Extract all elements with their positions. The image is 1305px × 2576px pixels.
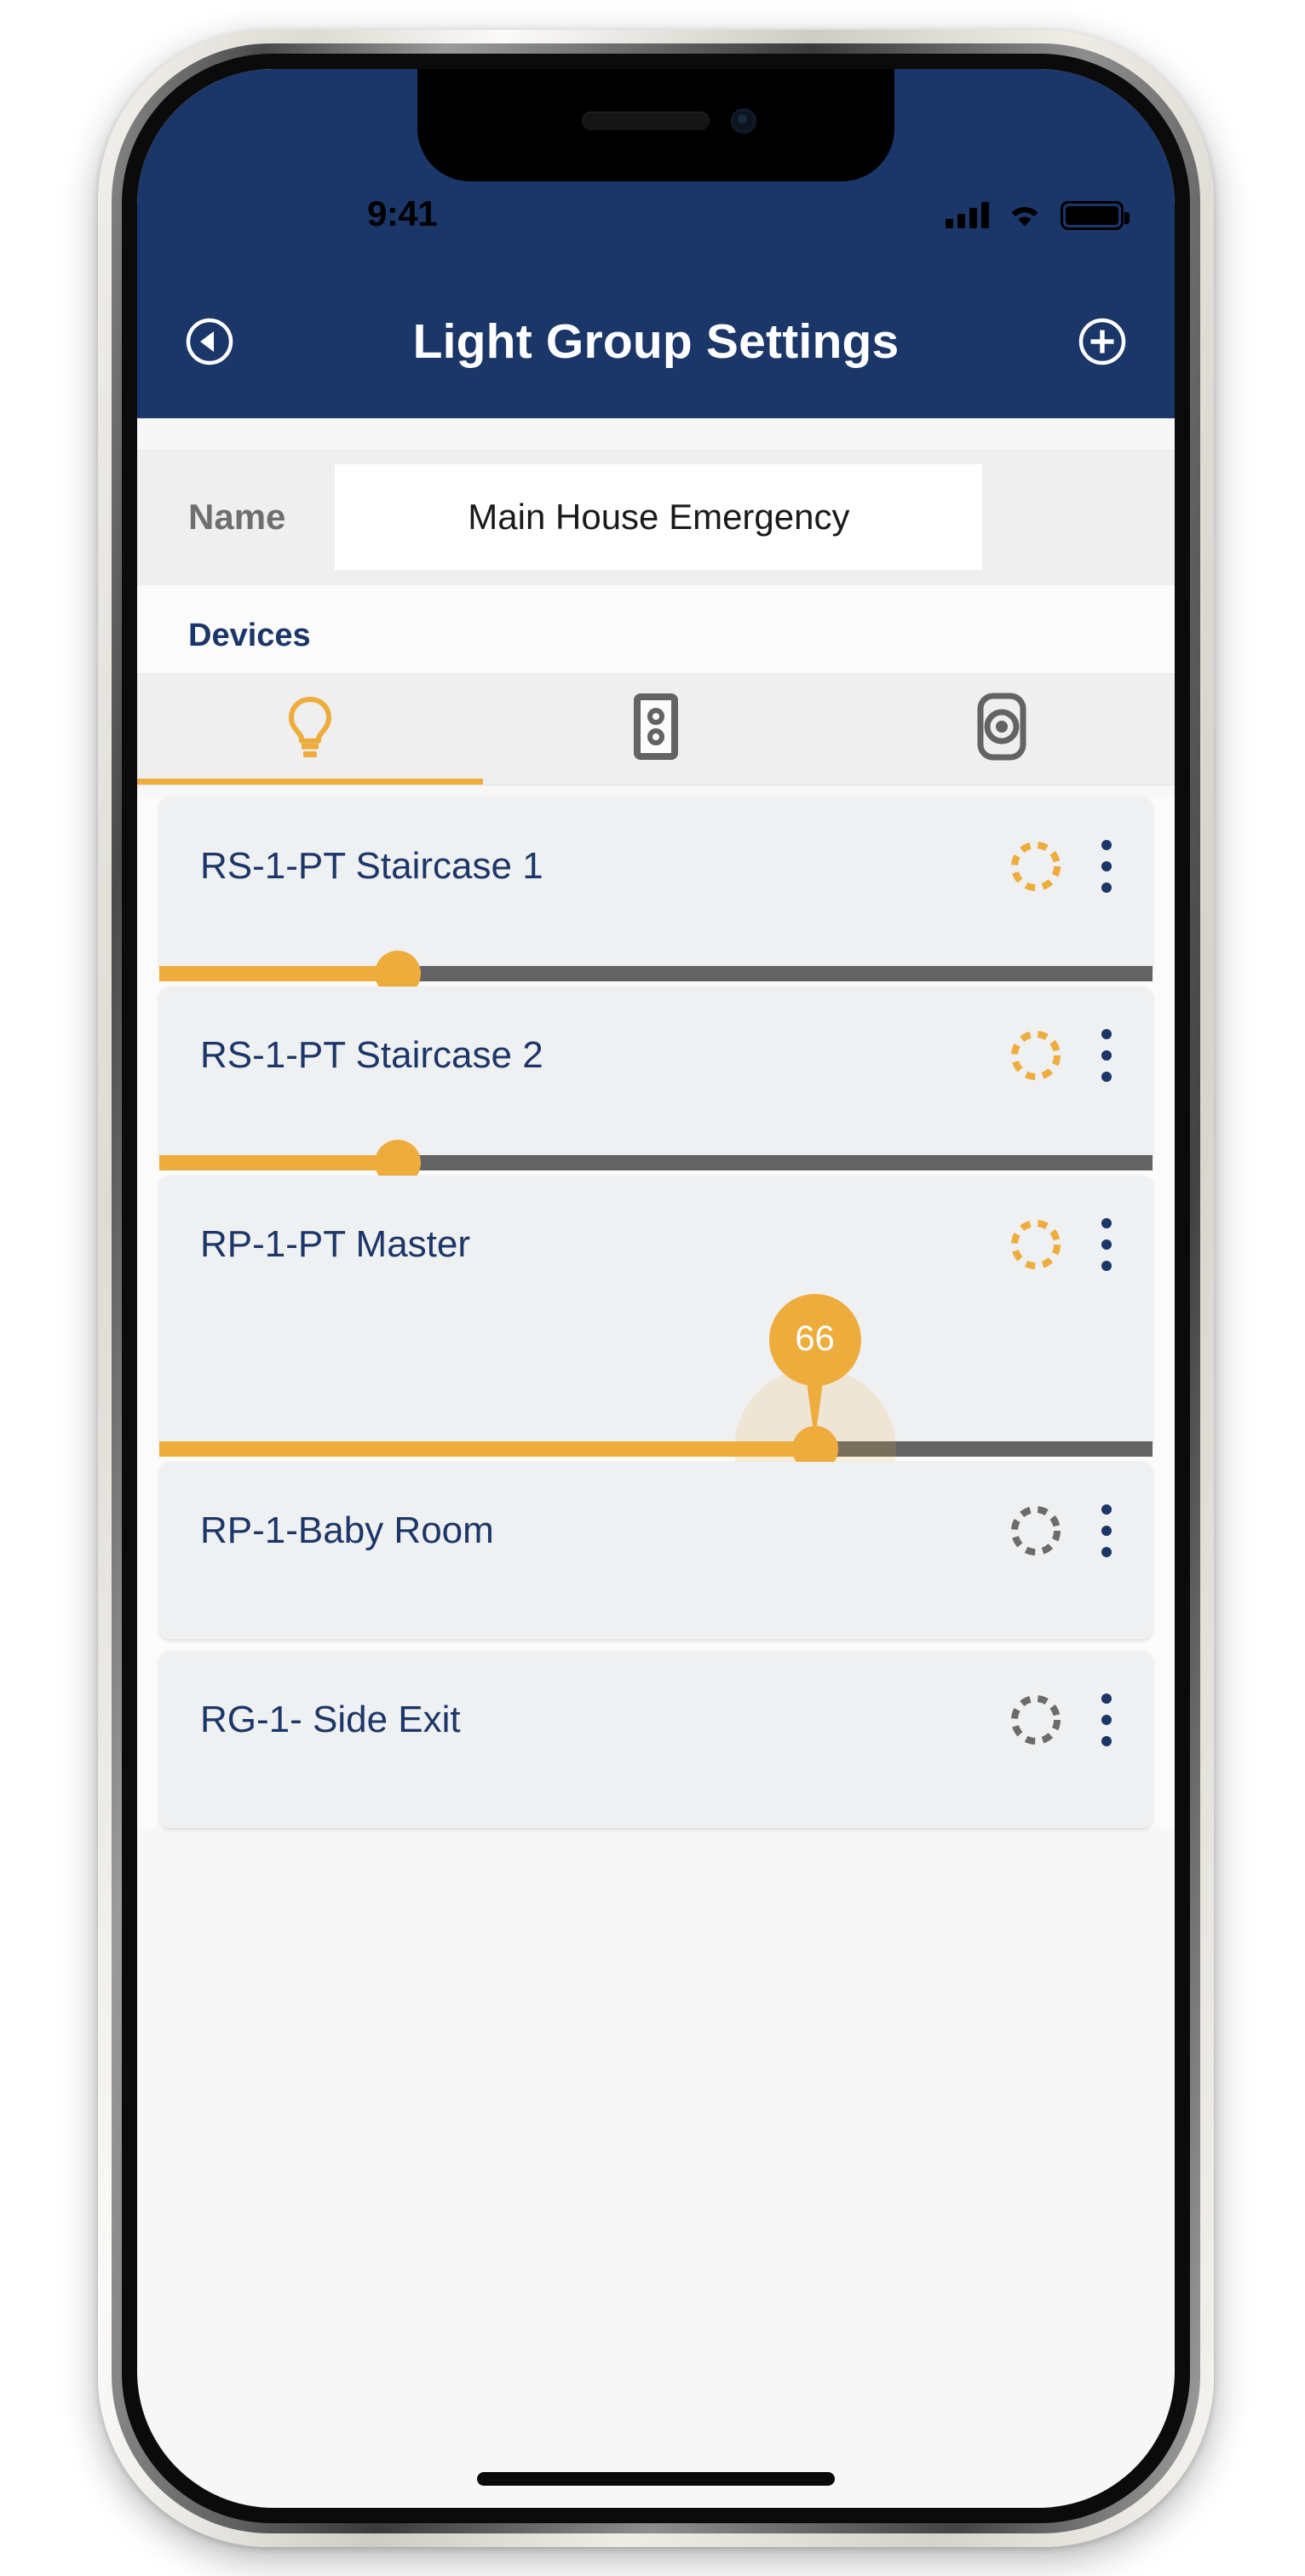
kebab-menu-icon[interactable] [1101,1029,1112,1082]
device-notch [417,69,894,181]
motion-sensor-icon [977,693,1026,765]
back-circle-icon[interactable] [185,317,234,366]
device-card[interactable]: RP-1-PT Master 66 [159,1176,1153,1530]
name-row: Name Main House Emergency [137,449,1175,585]
device-type-tabs [137,673,1175,785]
device-name: RG-1- Side Exit [200,1699,461,1740]
device-name: RS-1-PT Staircase 1 [200,845,543,887]
slider-fill [159,1441,815,1457]
status-bar: 9:41 [137,69,1175,265]
wifi-icon [1008,203,1042,228]
tab-sensors[interactable] [829,673,1175,785]
wall-outlet-icon [634,693,678,764]
device-name: RP-1-Baby Room [200,1509,494,1551]
phone-screen: 9:41 Light Group Settings Name Main Hous… [137,69,1175,2508]
page-title: Light Group Settings [412,314,900,369]
device-card-header: RP-1-PT Master [159,1176,1153,1271]
name-input[interactable]: Main House Emergency [335,464,983,570]
tab-active-indicator [483,779,829,785]
brightness-slider[interactable]: 66 [159,1294,1153,1530]
tab-active-indicator [829,779,1175,785]
battery-full-icon [1061,201,1130,230]
kebab-menu-icon[interactable] [1101,840,1112,893]
device-card-body [159,1271,1153,1450]
device-card-body [159,893,1153,975]
device-name: RP-1-PT Master [200,1223,471,1265]
lightbulb-icon [284,694,336,763]
status-bar-time: 9:41 [367,193,438,233]
device-card-header: RP-1-Baby Room [159,1462,1153,1557]
device-card[interactable]: RP-1-Baby Room [159,1462,1153,1639]
app-viewport: 9:41 Light Group Settings Name Main Hous… [137,69,1175,2508]
phone-body: 9:41 Light Group Settings Name Main Hous… [122,54,1190,2523]
device-card[interactable]: RS-1-PT Staircase 2 [159,986,1153,1186]
front-camera-icon [731,108,756,134]
device-card[interactable]: RS-1-PT Staircase 1 [159,797,1153,997]
screenshot-root: 9:41 Light Group Settings Name Main Hous… [0,0,1305,2576]
name-section: Name Main House Emergency [137,418,1175,585]
device-list: RS-1-PT Staircase 1 RS-1-PT Staircase 2 RP… [137,797,1175,1828]
device-status-ring-icon[interactable] [1009,1029,1062,1082]
device-status-ring-icon[interactable] [1009,1218,1062,1271]
status-bar-icons [946,201,1130,230]
devices-section-label: Devices [137,585,1175,673]
phone-midframe: 9:41 Light Group Settings Name Main Hous… [112,43,1200,2533]
device-status-ring-icon[interactable] [1009,1693,1062,1746]
slider-fill [159,1155,398,1170]
home-indicator[interactable] [477,2472,835,2486]
kebab-menu-icon[interactable] [1101,1693,1112,1746]
add-circle-icon[interactable] [1078,317,1127,366]
kebab-menu-icon[interactable] [1101,1218,1112,1271]
device-name: RS-1-PT Staircase 2 [200,1034,543,1076]
slider-fill [159,966,398,981]
tab-active-indicator [137,779,483,785]
tab-lights[interactable] [137,673,483,785]
signal-bars-icon [946,202,989,228]
device-card-body [159,1082,1153,1164]
device-status-ring-icon[interactable] [1009,840,1062,893]
device-card[interactable]: RG-1- Side Exit [159,1651,1153,1828]
brightness-slider[interactable] [159,951,1153,997]
brightness-slider[interactable] [159,1140,1153,1186]
device-status-ring-icon[interactable] [1009,1504,1062,1557]
device-card-header: RG-1- Side Exit [159,1651,1153,1746]
navigation-bar: Light Group Settings [137,265,1175,418]
device-card-header: RS-1-PT Staircase 1 [159,797,1153,893]
device-card-body [159,1746,1153,1828]
tab-outlets[interactable] [483,673,829,785]
kebab-menu-icon[interactable] [1101,1504,1112,1557]
name-label: Name [188,497,286,537]
device-card-body [159,1557,1153,1639]
device-card-header: RS-1-PT Staircase 2 [159,986,1153,1082]
phone-frame: 9:41 Light Group Settings Name Main Hous… [98,30,1214,2547]
earpiece-speaker [582,112,710,130]
